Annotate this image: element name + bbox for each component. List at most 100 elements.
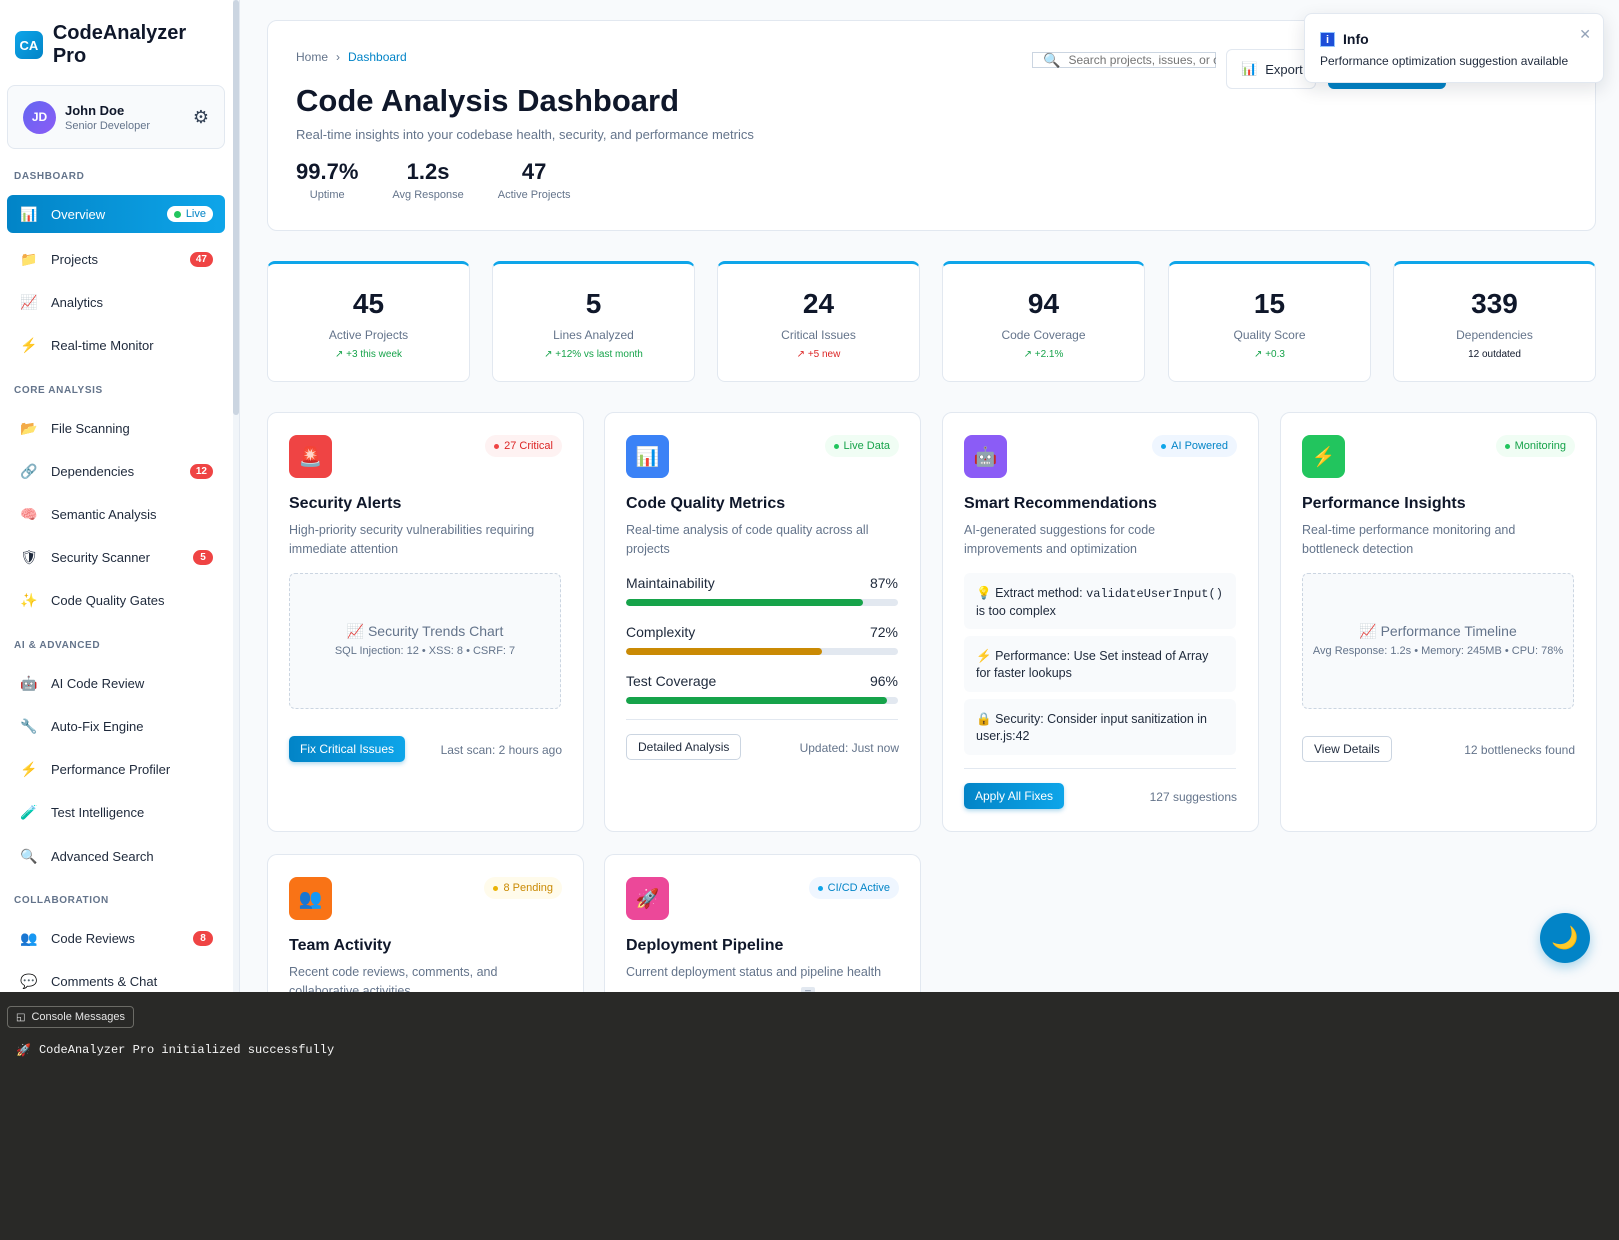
detailed-analysis-button[interactable]: Detailed Analysis bbox=[626, 734, 742, 760]
stat-card-quality-score[interactable]: 15 Quality Score ↗ +0.3 bbox=[1168, 261, 1371, 382]
close-icon[interactable]: ✕ bbox=[1579, 26, 1591, 43]
security-trends-chart[interactable]: 📈 Security Trends Chart SQL Injection: 1… bbox=[289, 573, 561, 709]
stat-card-dependencies[interactable]: 339 Dependencies 12 outdated bbox=[1393, 261, 1596, 382]
stat-trend: ↗ +2.1% bbox=[1023, 349, 1064, 360]
scrollbar-thumb[interactable] bbox=[233, 0, 239, 415]
breadcrumb: Home › Dashboard bbox=[296, 50, 407, 64]
chart-placeholder-title: 📈 Performance Timeline bbox=[1359, 623, 1517, 639]
status-badge-label: AI Powered bbox=[1171, 440, 1228, 452]
apply-all-fixes-button[interactable]: Apply All Fixes bbox=[964, 783, 1065, 809]
sidebar-item-projects[interactable]: 📁 Projects 47 bbox=[7, 240, 225, 278]
sidebar-item-code-reviews[interactable]: 👥 Code Reviews 8 bbox=[7, 919, 225, 957]
sidebar-item-label: Test Intelligence bbox=[51, 804, 145, 820]
sidebar-item-label: Advanced Search bbox=[51, 848, 154, 864]
sidebar-item-label: Overview bbox=[51, 206, 106, 222]
gear-icon[interactable]: ⚙ bbox=[193, 107, 209, 128]
chart-placeholder-meta: SQL Injection: 12 • XSS: 8 • CSRF: 7 bbox=[334, 645, 516, 657]
status-badge: AI Powered bbox=[1152, 435, 1237, 457]
bar-chart-icon: 📊 bbox=[626, 435, 669, 478]
recommendation-item[interactable]: ⚡ Performance: Use Set instead of Array … bbox=[964, 636, 1236, 692]
app-logo: CA bbox=[15, 31, 43, 59]
sidebar-item-label: AI Code Review bbox=[51, 675, 145, 691]
stat-card-code-coverage[interactable]: 94 Code Coverage ↗ +2.1% bbox=[942, 261, 1145, 382]
moon-icon: 🌙 bbox=[1551, 925, 1579, 950]
badge-dot-icon bbox=[1504, 443, 1510, 449]
breadcrumb-current[interactable]: Dashboard bbox=[348, 50, 407, 64]
sidebar-item-auto-fix-engine[interactable]: 🔧 Auto-Fix Engine bbox=[7, 707, 225, 745]
stat-value: 15 bbox=[1253, 288, 1286, 319]
stat-value: 24 bbox=[802, 288, 835, 319]
sidebar-item-advanced-search[interactable]: 🔍 Advanced Search bbox=[7, 837, 225, 875]
rocket-icon: 🚀 bbox=[626, 877, 669, 920]
export-button[interactable]: 📊 Export bbox=[1226, 49, 1316, 89]
lock-icon: 🔒 bbox=[976, 712, 992, 726]
recommendation-item[interactable]: 💡 Extract method: validateUserInput() is… bbox=[964, 573, 1236, 629]
sidebar-item-semantic-analysis[interactable]: 🧠 Semantic Analysis bbox=[7, 495, 225, 533]
user-profile-card[interactable]: JD John Doe Senior Developer ⚙ bbox=[7, 85, 225, 149]
sidebar-item-comments-chat[interactable]: 💬 Comments & Chat bbox=[7, 962, 225, 992]
header-stat: 47 Active Projects bbox=[498, 159, 571, 201]
stat-trend: ↗ +5 new bbox=[796, 349, 841, 360]
performance-timeline-chart[interactable]: 📈 Performance Timeline Avg Response: 1.2… bbox=[1302, 573, 1574, 709]
sidebar-item-label: Projects bbox=[51, 251, 98, 267]
metric-value: 96% bbox=[869, 673, 898, 689]
app-name: CodeAnalyzer Pro bbox=[52, 22, 187, 67]
divider bbox=[626, 719, 898, 720]
console-message-text: CodeAnalyzer Pro initialized successfull… bbox=[38, 1043, 335, 1057]
recommendation-text: Security: Consider input sanitization in… bbox=[976, 712, 1207, 743]
sidebar-item-realtime-monitor[interactable]: ⚡ Real-time Monitor bbox=[7, 326, 225, 364]
page-subtitle: Real-time insights into your codebase he… bbox=[296, 127, 754, 142]
brand[interactable]: CA CodeAnalyzer Pro bbox=[0, 0, 239, 70]
recommendation-text: is too complex bbox=[976, 604, 1056, 618]
breadcrumb-separator: › bbox=[336, 50, 341, 64]
sidebar-item-label: Auto-Fix Engine bbox=[51, 718, 144, 734]
breadcrumb-home[interactable]: Home bbox=[296, 50, 328, 64]
count-badge: 8 bbox=[193, 930, 213, 946]
stat-card-critical-issues[interactable]: 24 Critical Issues ↗ +5 new bbox=[717, 261, 920, 382]
search-box[interactable]: 🔍 bbox=[1032, 52, 1217, 68]
sidebar-item-overview[interactable]: 📊 Overview Live bbox=[7, 195, 225, 233]
nav-section-label: COLLABORATION bbox=[14, 895, 109, 906]
stat-value: 94 bbox=[1027, 288, 1060, 319]
metric-test-coverage: Test Coverage 96% bbox=[626, 673, 898, 704]
header-stat-label: Uptime bbox=[309, 189, 345, 201]
sidebar-scrollbar[interactable] bbox=[233, 0, 239, 992]
performance-insights-card: ⚡ Monitoring Performance Insights Real-t… bbox=[1280, 412, 1597, 832]
stat-trend: ↗ +0.3 bbox=[1254, 349, 1285, 360]
theme-toggle-button[interactable]: 🌙 bbox=[1540, 913, 1590, 963]
card-title: Performance Insights bbox=[1302, 495, 1466, 512]
sidebar-item-ai-code-review[interactable]: 🤖 AI Code Review bbox=[7, 664, 225, 702]
sidebar-item-file-scanning[interactable]: 📂 File Scanning bbox=[7, 409, 225, 447]
sidebar-item-dependencies[interactable]: 🔗 Dependencies 12 bbox=[7, 452, 225, 490]
badge-dot-icon bbox=[493, 885, 499, 891]
search-input[interactable] bbox=[1068, 53, 1217, 67]
divider bbox=[964, 768, 1236, 769]
sidebar-item-label: Analytics bbox=[51, 294, 104, 310]
console-messages-tab[interactable]: ◱ Console Messages bbox=[7, 1006, 135, 1028]
metric-value: 87% bbox=[869, 575, 898, 591]
robot-icon: 🤖 bbox=[964, 435, 1007, 478]
stat-card-active-projects[interactable]: 45 Active Projects ↗ +3 this week bbox=[267, 261, 470, 382]
sidebar-item-security-scanner[interactable]: 🛡 Security Scanner 5 bbox=[7, 538, 225, 576]
sidebar-item-performance-profiler[interactable]: ⚡ Performance Profiler bbox=[7, 750, 225, 788]
badge-dot-icon bbox=[494, 443, 500, 449]
sidebar-item-label: File Scanning bbox=[51, 420, 130, 436]
header-stat: 1.2s Avg Response bbox=[392, 159, 463, 201]
info-icon: i bbox=[1320, 32, 1335, 47]
security-alerts-card: 🚨 27 Critical Security Alerts High-prior… bbox=[267, 412, 584, 832]
stat-value: 45 bbox=[352, 288, 385, 319]
sidebar-item-analytics[interactable]: 📈 Analytics bbox=[7, 283, 225, 321]
lightning-icon: ⚡ bbox=[20, 336, 38, 353]
sidebar-item-test-intelligence[interactable]: 🧪 Test Intelligence bbox=[7, 793, 225, 831]
fix-critical-issues-button[interactable]: Fix Critical Issues bbox=[289, 736, 406, 762]
stat-card-lines-analyzed[interactable]: 5 Lines Analyzed ↗ +12% vs last month bbox=[492, 261, 695, 382]
sidebar-item-label: Real-time Monitor bbox=[51, 337, 154, 353]
console-message: 🚀 CodeAnalyzer Pro initialized successfu… bbox=[16, 1043, 334, 1058]
sidebar-item-label: Code Reviews bbox=[51, 930, 135, 946]
last-scan-text: Last scan: 2 hours ago bbox=[440, 743, 562, 757]
recommendation-item[interactable]: 🔒 Security: Consider input sanitization … bbox=[964, 699, 1236, 755]
progress-fill bbox=[626, 697, 888, 704]
sidebar-item-code-quality-gates[interactable]: ✨ Code Quality Gates bbox=[7, 581, 225, 619]
view-details-button[interactable]: View Details bbox=[1302, 736, 1392, 762]
stat-label: Code Coverage bbox=[1001, 328, 1086, 342]
